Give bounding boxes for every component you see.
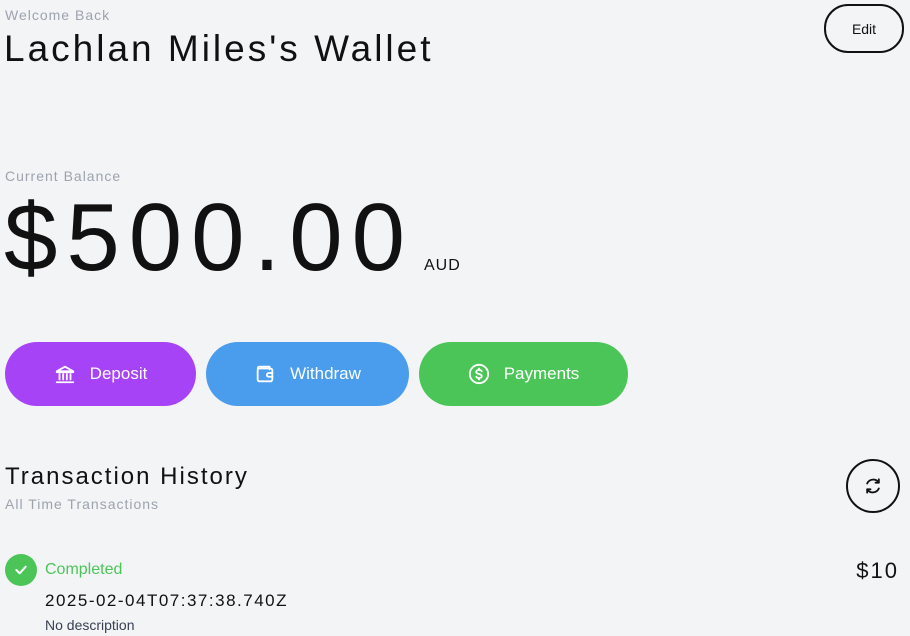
withdraw-label: Withdraw	[290, 364, 361, 383]
refresh-button[interactable]	[846, 459, 900, 513]
balance-amount: $500.00	[4, 184, 415, 291]
wallet-icon	[254, 363, 276, 385]
transaction-status: Completed	[45, 561, 123, 578]
withdraw-button[interactable]: Withdraw	[206, 342, 409, 406]
bank-icon	[54, 363, 76, 385]
history-subtitle: All Time Transactions	[5, 496, 160, 512]
history-title: Transaction History	[5, 463, 249, 490]
transaction-description: No description	[45, 617, 135, 633]
balance-label: Current Balance	[5, 168, 122, 184]
refresh-icon	[863, 476, 883, 496]
deposit-label: Deposit	[89, 364, 148, 383]
welcome-text: Welcome Back	[5, 7, 111, 23]
dollar-circle-icon	[468, 363, 490, 385]
transaction-amount: $10	[856, 558, 899, 583]
payments-button[interactable]: Payments	[419, 342, 628, 406]
edit-button[interactable]: Edit	[824, 4, 904, 53]
transaction-date: 2025-02-04T07:37:38.740Z	[45, 591, 288, 610]
page-title: Lachlan Miles's Wallet	[4, 28, 434, 69]
payments-label: Payments	[503, 364, 580, 383]
deposit-button[interactable]: Deposit	[5, 342, 196, 406]
transaction-row[interactable]: Completed 2025-02-04T07:37:38.740Z No de…	[0, 550, 910, 636]
currency-code: AUD	[424, 257, 461, 274]
check-icon	[5, 554, 37, 586]
